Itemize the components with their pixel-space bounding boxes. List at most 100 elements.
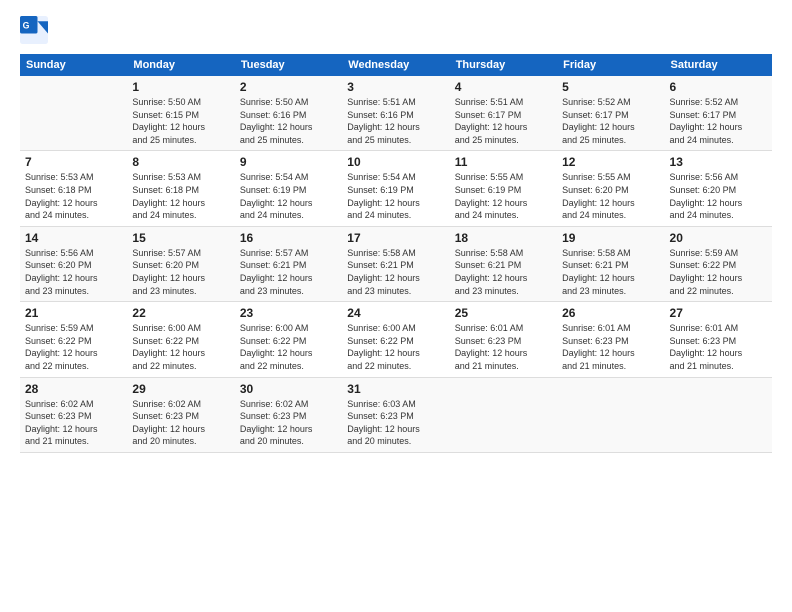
week-row-3: 21Sunrise: 5:59 AM Sunset: 6:22 PM Dayli… <box>20 302 772 377</box>
day-cell: 6 Sunrise: 5:52 AM Sunset: 6:17 PM Daylig… <box>665 76 772 151</box>
day-cell: 20 Sunrise: 5:59 AM Sunset: 6:22 PM Dayli… <box>665 226 772 301</box>
day-cell: 23 Sunrise: 6:00 AM Sunset: 6:22 PM Dayli… <box>235 302 342 377</box>
day-cell: 13 Sunrise: 5:56 AM Sunset: 6:20 PM Dayli… <box>665 151 772 226</box>
day-cell: 2 Sunrise: 5:50 AM Sunset: 6:16 PM Daylig… <box>235 76 342 151</box>
day-cell: 18Sunrise: 5:58 AM Sunset: 6:21 PM Dayli… <box>450 226 557 301</box>
day-number: 28 <box>25 382 122 396</box>
day-cell: 28Sunrise: 6:02 AM Sunset: 6:23 PM Dayli… <box>20 377 127 452</box>
day-info: Sunrise: 6:00 AM Sunset: 6:22 PM Dayligh… <box>347 322 444 372</box>
day-cell: 3 Sunrise: 5:51 AM Sunset: 6:16 PM Daylig… <box>342 76 449 151</box>
day-cell <box>665 377 772 452</box>
day-cell: 30 Sunrise: 6:02 AM Sunset: 6:23 PM Dayli… <box>235 377 342 452</box>
day-info: Sunrise: 5:58 AM Sunset: 6:21 PM Dayligh… <box>455 247 552 297</box>
page: G SundayMondayTuesdayWednesdayThursdayFr… <box>0 0 792 612</box>
day-number: 24 <box>347 306 444 320</box>
day-number: 7 <box>25 155 122 169</box>
day-info: Sunrise: 5:59 AM Sunset: 6:22 PM Dayligh… <box>25 322 122 372</box>
header-row: SundayMondayTuesdayWednesdayThursdayFrid… <box>20 54 772 76</box>
day-info: Sunrise: 5:51 AM Sunset: 6:16 PM Dayligh… <box>347 96 444 146</box>
day-number: 5 <box>562 80 659 94</box>
day-number: 31 <box>347 382 444 396</box>
day-info: Sunrise: 5:51 AM Sunset: 6:17 PM Dayligh… <box>455 96 552 146</box>
day-cell: 16 Sunrise: 5:57 AM Sunset: 6:21 PM Dayli… <box>235 226 342 301</box>
header-wednesday: Wednesday <box>342 54 449 76</box>
week-row-1: 7 Sunrise: 5:53 AM Sunset: 6:18 PM Daylig… <box>20 151 772 226</box>
day-info: Sunrise: 6:01 AM Sunset: 6:23 PM Dayligh… <box>455 322 552 372</box>
day-info: Sunrise: 5:54 AM Sunset: 6:19 PM Dayligh… <box>347 171 444 221</box>
day-number: 3 <box>347 80 444 94</box>
day-info: Sunrise: 5:52 AM Sunset: 6:17 PM Dayligh… <box>670 96 767 146</box>
day-number: 1 <box>132 80 229 94</box>
day-cell <box>557 377 664 452</box>
day-cell: 12 Sunrise: 5:55 AM Sunset: 6:20 PM Dayli… <box>557 151 664 226</box>
day-number: 23 <box>240 306 337 320</box>
header-tuesday: Tuesday <box>235 54 342 76</box>
day-number: 13 <box>670 155 767 169</box>
header: G <box>20 16 772 44</box>
logo-icon: G <box>20 16 48 44</box>
day-info: Sunrise: 5:50 AM Sunset: 6:16 PM Dayligh… <box>240 96 337 146</box>
day-number: 2 <box>240 80 337 94</box>
day-info: Sunrise: 5:50 AM Sunset: 6:15 PM Dayligh… <box>132 96 229 146</box>
header-friday: Friday <box>557 54 664 76</box>
day-cell: 17 Sunrise: 5:58 AM Sunset: 6:21 PM Dayli… <box>342 226 449 301</box>
day-info: Sunrise: 5:54 AM Sunset: 6:19 PM Dayligh… <box>240 171 337 221</box>
day-cell: 11 Sunrise: 5:55 AM Sunset: 6:19 PM Dayli… <box>450 151 557 226</box>
week-row-2: 14 Sunrise: 5:56 AM Sunset: 6:20 PM Dayli… <box>20 226 772 301</box>
day-cell: 19 Sunrise: 5:58 AM Sunset: 6:21 PM Dayli… <box>557 226 664 301</box>
day-info: Sunrise: 5:57 AM Sunset: 6:21 PM Dayligh… <box>240 247 337 297</box>
day-cell: 27Sunrise: 6:01 AM Sunset: 6:23 PM Dayli… <box>665 302 772 377</box>
day-number: 15 <box>132 231 229 245</box>
day-number: 11 <box>455 155 552 169</box>
day-cell <box>450 377 557 452</box>
day-cell: 5Sunrise: 5:52 AM Sunset: 6:17 PM Daylig… <box>557 76 664 151</box>
day-info: Sunrise: 5:57 AM Sunset: 6:20 PM Dayligh… <box>132 247 229 297</box>
day-number: 14 <box>25 231 122 245</box>
day-cell: 9Sunrise: 5:54 AM Sunset: 6:19 PM Daylig… <box>235 151 342 226</box>
day-cell: 26 Sunrise: 6:01 AM Sunset: 6:23 PM Dayli… <box>557 302 664 377</box>
day-cell: 21Sunrise: 5:59 AM Sunset: 6:22 PM Dayli… <box>20 302 127 377</box>
day-cell: 7Sunrise: 5:53 AM Sunset: 6:18 PM Daylig… <box>20 151 127 226</box>
header-monday: Monday <box>127 54 234 76</box>
week-row-4: 28 Sunrise: 6:02 AM Sunset: 6:23 PM Dayli… <box>20 377 772 452</box>
day-cell: 1 Sunrise: 5:50 AM Sunset: 6:15 PM Daylig… <box>127 76 234 151</box>
day-info: Sunrise: 5:58 AM Sunset: 6:21 PM Dayligh… <box>562 247 659 297</box>
day-number: 4 <box>455 80 552 94</box>
day-info: Sunrise: 5:59 AM Sunset: 6:22 PM Dayligh… <box>670 247 767 297</box>
day-cell: 25 Sunrise: 6:01 AM Sunset: 6:23 PM Dayli… <box>450 302 557 377</box>
day-info: Sunrise: 6:01 AM Sunset: 6:23 PM Dayligh… <box>562 322 659 372</box>
day-info: Sunrise: 6:03 AM Sunset: 6:23 PM Dayligh… <box>347 398 444 448</box>
logo: G <box>20 16 52 44</box>
day-number: 16 <box>240 231 337 245</box>
day-cell: 22Sunrise: 6:00 AM Sunset: 6:22 PM Dayli… <box>127 302 234 377</box>
day-number: 27 <box>670 306 767 320</box>
day-info: Sunrise: 6:02 AM Sunset: 6:23 PM Dayligh… <box>240 398 337 448</box>
day-number: 17 <box>347 231 444 245</box>
day-number: 26 <box>562 306 659 320</box>
day-number: 20 <box>670 231 767 245</box>
day-info: Sunrise: 5:58 AM Sunset: 6:21 PM Dayligh… <box>347 247 444 297</box>
day-number: 29 <box>132 382 229 396</box>
day-number: 19 <box>562 231 659 245</box>
day-cell <box>20 76 127 151</box>
day-info: Sunrise: 5:56 AM Sunset: 6:20 PM Dayligh… <box>670 171 767 221</box>
day-info: Sunrise: 6:00 AM Sunset: 6:22 PM Dayligh… <box>240 322 337 372</box>
day-cell: 8 Sunrise: 5:53 AM Sunset: 6:18 PM Daylig… <box>127 151 234 226</box>
header-thursday: Thursday <box>450 54 557 76</box>
header-saturday: Saturday <box>665 54 772 76</box>
day-number: 12 <box>562 155 659 169</box>
day-cell: 15 Sunrise: 5:57 AM Sunset: 6:20 PM Dayli… <box>127 226 234 301</box>
day-number: 10 <box>347 155 444 169</box>
day-number: 8 <box>132 155 229 169</box>
day-cell: 24 Sunrise: 6:00 AM Sunset: 6:22 PM Dayli… <box>342 302 449 377</box>
day-info: Sunrise: 5:55 AM Sunset: 6:19 PM Dayligh… <box>455 171 552 221</box>
day-info: Sunrise: 5:56 AM Sunset: 6:20 PM Dayligh… <box>25 247 122 297</box>
day-cell: 31 Sunrise: 6:03 AM Sunset: 6:23 PM Dayli… <box>342 377 449 452</box>
week-row-0: 1 Sunrise: 5:50 AM Sunset: 6:15 PM Daylig… <box>20 76 772 151</box>
day-number: 6 <box>670 80 767 94</box>
day-cell: 14 Sunrise: 5:56 AM Sunset: 6:20 PM Dayli… <box>20 226 127 301</box>
day-info: Sunrise: 5:53 AM Sunset: 6:18 PM Dayligh… <box>132 171 229 221</box>
day-info: Sunrise: 5:55 AM Sunset: 6:20 PM Dayligh… <box>562 171 659 221</box>
day-number: 25 <box>455 306 552 320</box>
day-number: 30 <box>240 382 337 396</box>
